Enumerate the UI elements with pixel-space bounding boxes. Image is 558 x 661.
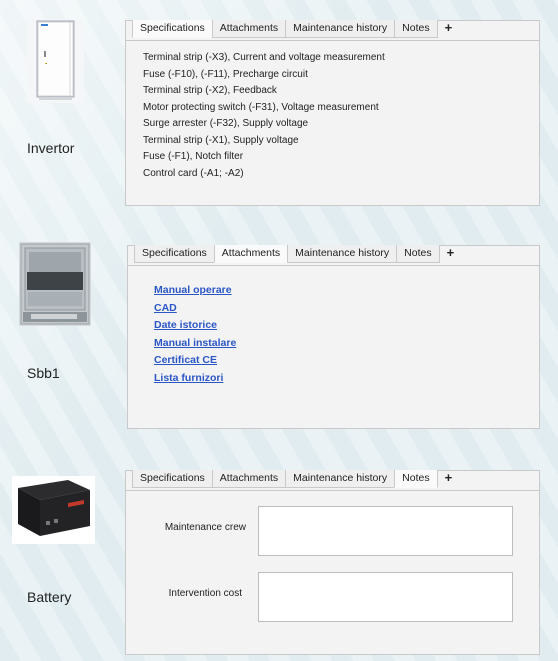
attachment-link-date-istorice[interactable]: Date istorice <box>154 319 217 331</box>
tab-maintenance-history[interactable]: Maintenance history <box>285 20 396 38</box>
add-tab-button[interactable]: + <box>439 245 463 263</box>
specifications-content: Terminal strip (-X3), Current and voltag… <box>126 40 539 205</box>
spec-item: Fuse (-F10), (-F11), Precharge circuit <box>143 68 308 80</box>
notes-content: Maintenance crew Intervention cost <box>126 490 539 654</box>
tab-bar: Specifications Attachments Maintenance h… <box>134 245 461 264</box>
spec-item: Terminal strip (-X1), Supply voltage <box>143 134 299 146</box>
tab-bar: Specifications Attachments Maintenance h… <box>132 470 459 489</box>
maintenance-crew-field[interactable] <box>258 506 513 556</box>
sbb1-panel: Specifications Attachments Maintenance h… <box>127 245 540 429</box>
spec-item: Motor protecting switch (-F31), Voltage … <box>143 101 379 113</box>
device-name-battery: Battery <box>27 589 72 605</box>
tab-attachments[interactable]: Attachments <box>211 20 287 38</box>
attachments-content: Manual operare CAD Date istorice Manual … <box>128 265 539 428</box>
sbb1-enclosure-image <box>19 242 91 326</box>
tab-notes[interactable]: Notes <box>396 245 440 263</box>
tab-bar: Specifications Attachments Maintenance h… <box>132 20 459 39</box>
attachments-list: Manual operare CAD Date istorice Manual … <box>128 266 539 386</box>
spec-item: Fuse (-F1), Notch filter <box>143 151 244 162</box>
attachment-link-cad[interactable]: CAD <box>154 302 177 314</box>
spec-item: Terminal strip (-X3), Current and voltag… <box>143 52 385 63</box>
specifications-list: Terminal strip (-X3), Current and voltag… <box>126 41 539 182</box>
tab-maintenance-history[interactable]: Maintenance history <box>285 470 396 488</box>
add-tab-button[interactable]: + <box>437 470 461 488</box>
attachment-link-manual-instalare[interactable]: Manual instalare <box>154 337 236 349</box>
tab-attachments[interactable]: Attachments <box>213 245 289 263</box>
tab-maintenance-history[interactable]: Maintenance history <box>287 245 398 263</box>
device-name-invertor: Invertor <box>27 140 75 156</box>
tab-notes[interactable]: Notes <box>394 470 438 488</box>
invertor-panel: Specifications Attachments Maintenance h… <box>125 20 540 206</box>
tab-specifications[interactable]: Specifications <box>132 20 213 38</box>
maintenance-crew-label: Maintenance crew <box>164 522 246 533</box>
attachment-link-certificat-ce[interactable]: Certificat CE <box>154 354 217 366</box>
spec-item: Terminal strip (-X2), Feedback <box>143 85 277 96</box>
battery-panel: Specifications Attachments Maintenance h… <box>125 470 540 655</box>
invertor-cabinet-image <box>26 19 84 103</box>
tab-specifications[interactable]: Specifications <box>134 245 215 263</box>
spec-item: Control card (-A1; -A2) <box>143 167 244 179</box>
attachment-link-lista-furnizori[interactable]: Lista furnizori <box>154 372 223 384</box>
intervention-cost-field[interactable] <box>258 572 513 622</box>
tab-attachments[interactable]: Attachments <box>211 470 287 488</box>
tab-notes[interactable]: Notes <box>394 20 438 38</box>
spec-item: Surge arrester (-F32), Supply voltage <box>143 118 309 129</box>
add-tab-button[interactable]: + <box>437 20 461 38</box>
attachment-link-manual-operare[interactable]: Manual operare <box>154 284 232 296</box>
device-name-sbb1: Sbb1 <box>27 365 60 381</box>
tab-specifications[interactable]: Specifications <box>132 470 213 488</box>
battery-image <box>12 476 95 544</box>
intervention-cost-label: Intervention cost <box>168 588 242 599</box>
